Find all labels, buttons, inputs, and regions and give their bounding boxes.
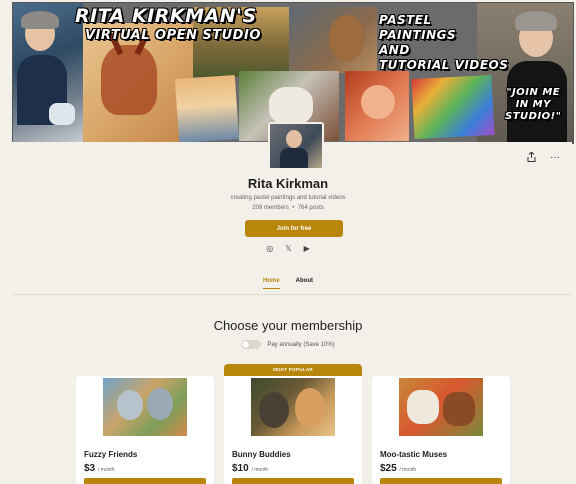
tier-price: $3 / month — [84, 463, 115, 474]
price-period: / month — [97, 467, 115, 473]
creator-name: Rita Kirkman — [247, 176, 329, 191]
creator-tagline: creating pastel paintings and tutorial v… — [230, 195, 346, 201]
annual-toggle-row: Pay annually (Save 10%) — [0, 340, 576, 349]
join-tier-button[interactable] — [380, 478, 502, 484]
tier-image — [251, 378, 335, 436]
member-count: 209 members — [252, 205, 289, 211]
instagram-icon[interactable]: ◎ — [266, 244, 273, 253]
price-period: / month — [399, 467, 417, 473]
avatar[interactable] — [268, 122, 324, 170]
tier-image — [103, 378, 187, 436]
banner-subtitle: VIRTUAL OPEN STUDIO — [85, 28, 261, 43]
join-for-free-button[interactable]: Join for free — [245, 220, 343, 237]
banner-photo-hands — [289, 7, 377, 73]
profile-tabs: Home About — [0, 278, 576, 289]
youtube-icon[interactable]: ▶ — [304, 244, 310, 253]
tier-card-moo-tastic-muses[interactable]: Moo-tastic Muses $25 / month — [372, 376, 510, 484]
banner-painting-sunset — [174, 74, 240, 143]
join-tier-button[interactable] — [232, 478, 354, 484]
tier-name: Bunny Buddies — [232, 450, 291, 459]
banner-photo-artist-left — [13, 3, 83, 143]
tier-card-bunny-buddies[interactable]: MOST POPULAR Bunny Buddies $10 / month — [224, 364, 362, 484]
more-options-button[interactable]: ··· — [550, 152, 560, 165]
creator-stats: 209 members • 764 posts — [0, 205, 576, 211]
tier-card-fuzzy-friends[interactable]: Fuzzy Friends $3 / month — [76, 376, 214, 484]
banner-title: RITA KIRKMAN'S — [75, 5, 257, 27]
price-amount: $25 — [380, 463, 397, 474]
stats-separator: • — [292, 205, 295, 211]
join-tier-button[interactable] — [84, 478, 206, 484]
banner-painting-pig — [345, 71, 409, 141]
tier-name: Moo-tastic Muses — [380, 450, 448, 459]
tier-image — [399, 378, 483, 436]
social-links: ◎ 𝕏 ▶ — [0, 244, 576, 253]
tab-about[interactable]: About — [296, 278, 313, 289]
price-amount: $10 — [232, 463, 249, 474]
price-amount: $3 — [84, 463, 96, 474]
banner-photo-pastels — [411, 74, 495, 140]
banner-bubble-text: "JOIN ME IN MY STUDIO!" — [505, 87, 562, 122]
most-popular-badge: MOST POPULAR — [224, 364, 362, 376]
tabs-divider — [12, 294, 572, 295]
pay-annually-label: Pay annually (Save 10%) — [267, 341, 335, 348]
tier-price: $25 / month — [380, 463, 416, 474]
tier-name: Fuzzy Friends — [84, 450, 138, 459]
banner-right-text: PASTEL PAINTINGS AND TUTORIAL VIDEOS — [379, 13, 509, 72]
price-period: / month — [251, 467, 269, 473]
share-icon[interactable] — [527, 151, 536, 165]
post-count: 764 posts — [297, 205, 324, 211]
tab-home[interactable]: Home — [263, 278, 280, 289]
header-actions: ··· — [527, 151, 560, 165]
x-icon[interactable]: 𝕏 — [285, 244, 291, 253]
membership-title: Choose your membership — [213, 318, 363, 333]
tier-price: $10 / month — [232, 463, 268, 474]
pay-annually-toggle[interactable] — [241, 340, 262, 349]
